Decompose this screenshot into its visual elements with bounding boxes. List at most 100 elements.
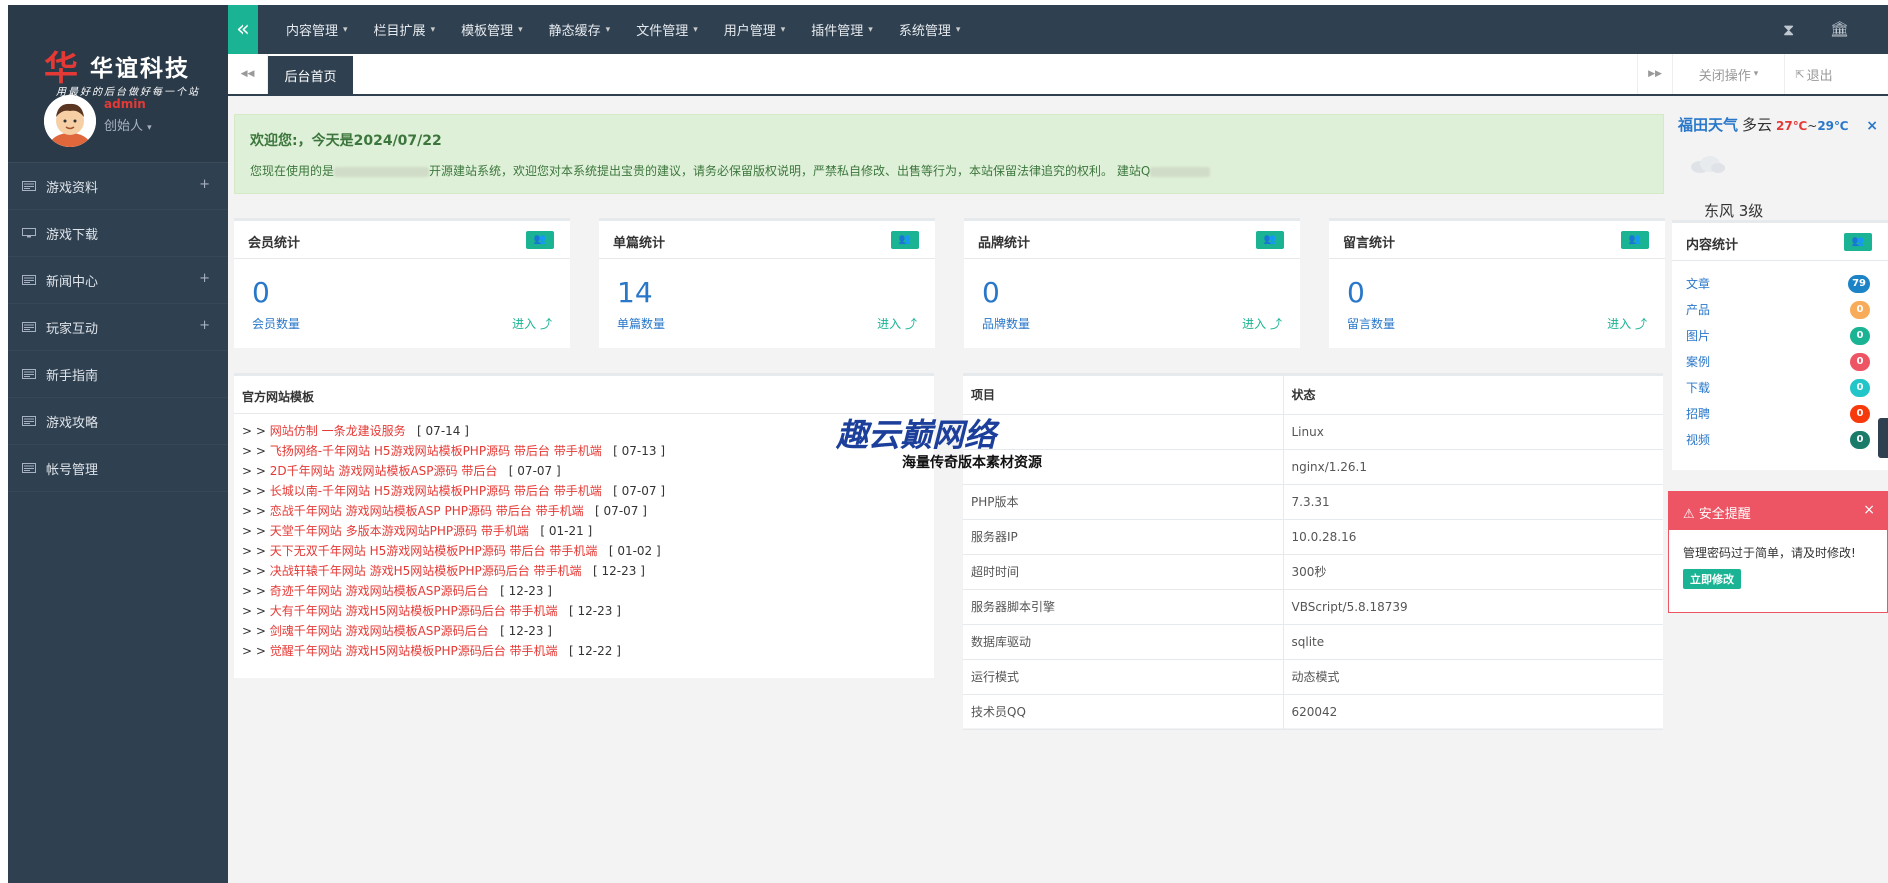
main-content: 欢迎您:，今天是2024/07/22 您现在使用的是 开源建站系统，欢迎您对本系统…	[228, 96, 1888, 883]
template-link[interactable]: 决战轩辕千年网站 游戏H5网站模板PHP源码后台 带手机端	[270, 564, 582, 578]
user-role-dropdown[interactable]: 创始人 ▾	[104, 115, 152, 134]
menu-template-management[interactable]: 模板管理 ▾	[448, 5, 536, 54]
list-item[interactable]: > > 天堂千年网站 多版本游戏网站PHP源码 带手机端 [ 01-21 ]	[242, 521, 926, 541]
sidebar-item-label: 游戏攻略	[46, 415, 99, 431]
sidebar-item-game-info[interactable]: 游戏资料 +	[8, 163, 228, 210]
sidebar-item-account-management[interactable]: 帐号管理	[8, 445, 228, 492]
list-item[interactable]: 下载 0	[1686, 375, 1874, 401]
change-password-button[interactable]: 立即修改	[1683, 569, 1741, 589]
caret-down-icon: ▾	[780, 24, 786, 35]
list-item[interactable]: > > 恋战千年网站 游戏网站模板ASP PHP源码 带后台 带手机端 [ 07…	[242, 501, 926, 521]
template-link[interactable]: 天下无双千年网站 H5游戏网站模板PHP源码 带后台 带手机端	[270, 544, 598, 558]
menu-label: 用户管理	[723, 24, 776, 39]
side-panel-handle[interactable]	[1878, 418, 1888, 458]
stat-enter-link[interactable]: 进入 ⤴	[1607, 315, 1647, 332]
count-badge: 79	[1848, 275, 1870, 293]
template-link[interactable]: 觉醒千年网站 游戏H5网站模板PHP源码后台 带手机端	[270, 644, 558, 658]
plus-icon: +	[199, 177, 210, 192]
list-item[interactable]: > > 天下无双千年网站 H5游戏网站模板PHP源码 带后台 带手机端 [ 01…	[242, 541, 926, 561]
close-icon[interactable]: ×	[1866, 118, 1878, 134]
list-item[interactable]: 文章 79	[1686, 271, 1874, 297]
users-icon: 👥	[1621, 231, 1649, 249]
template-link[interactable]: 长城以南-千年网站 H5游戏网站模板PHP源码 带后台 带手机端	[270, 484, 602, 498]
table-row: 服务器IP 10.0.28.16	[963, 519, 1663, 555]
menu-content-management[interactable]: 内容管理 ▾	[273, 5, 361, 54]
list-item[interactable]: 产品 0	[1686, 297, 1874, 323]
caret-down-icon: ▾	[1753, 69, 1759, 79]
alert-title: 安全提醒	[1698, 507, 1751, 522]
caret-down-icon: ▾	[868, 24, 873, 35]
template-link[interactable]: 天堂千年网站 多版本游戏网站PHP源码 带手机端	[270, 524, 529, 538]
sidebar-item-game-download[interactable]: 游戏下载	[8, 210, 228, 257]
hourglass-icon[interactable]: ⧗	[1783, 20, 1794, 40]
list-item[interactable]: > > 觉醒千年网站 游戏H5网站模板PHP源码后台 带手机端 [ 12-22 …	[242, 641, 926, 661]
template-link[interactable]: 恋战千年网站 游戏网站模板ASP PHP源码 带后台 带手机端	[270, 504, 584, 518]
avatar[interactable]	[44, 95, 96, 147]
menu-system-management[interactable]: 系统管理 ▾	[886, 5, 974, 54]
stat-title: 品牌统计	[978, 236, 1031, 251]
list-item[interactable]: 视频 0	[1686, 427, 1874, 453]
close-operations-dropdown[interactable]: 关闭操作 ▾	[1672, 54, 1784, 94]
template-link[interactable]: 2D千年网站 游戏网站模板ASP源码 带后台	[270, 464, 498, 478]
table-row: Linux	[963, 414, 1663, 450]
menu-user-management[interactable]: 用户管理 ▾	[711, 5, 799, 54]
template-link[interactable]: 飞扬网络-千年网站 H5游戏网站模板PHP源码 带后台 带手机端	[270, 444, 602, 458]
menu-static-cache[interactable]: 静态缓存 ▾	[536, 5, 624, 54]
tab-scroll-left-button[interactable]: ◀◀	[228, 54, 268, 94]
template-link[interactable]: 网站仿制 一条龙建设服务	[270, 424, 406, 438]
menu-column-extension[interactable]: 栏目扩展 ▾	[361, 5, 449, 54]
sidebar-item-news-center[interactable]: 新闻中心 +	[8, 257, 228, 304]
sidebar-item-label: 帐号管理	[46, 462, 99, 478]
system-info-panel: 项目 状态 Linux nginx/1.26.1 PHP版本 7.3.31 服务器I…	[963, 373, 1663, 730]
level-up-icon: ⤴	[1634, 317, 1647, 331]
close-icon[interactable]: ×	[1863, 502, 1875, 518]
template-link[interactable]: 剑魂千年网站 游戏网站模板ASP源码后台	[270, 624, 489, 638]
list-prefix: > >	[242, 644, 266, 658]
stat-label: 会员数量	[252, 317, 301, 331]
stat-value: 0	[1347, 276, 1365, 309]
list-item[interactable]: 图片 0	[1686, 323, 1874, 349]
list-date: [ 07-13 ]	[613, 444, 666, 458]
menu-label: 栏目扩展	[373, 24, 426, 39]
watermark-subtitle: 海量传奇版本素材资源	[902, 455, 1042, 471]
list-item[interactable]: > > 决战轩辕千年网站 游戏H5网站模板PHP源码后台 带手机端 [ 12-2…	[242, 561, 926, 581]
watermark: 趣云巅网络 海量传奇版本素材资源	[836, 410, 1051, 472]
list-item[interactable]: 案例 0	[1686, 349, 1874, 375]
sidebar-collapse-button[interactable]: «	[228, 5, 258, 54]
stat-enter-link[interactable]: 进入 ⤴	[1242, 315, 1282, 332]
user-name[interactable]: admin	[104, 97, 146, 111]
logout-button[interactable]: ⇱ 退出	[1784, 54, 1843, 94]
sidebar-item-label: 玩家互动	[46, 321, 99, 337]
list-icon	[22, 369, 36, 379]
list-prefix: > >	[242, 484, 266, 498]
sidebar-item-player-interaction[interactable]: 玩家互动 +	[8, 304, 228, 351]
bank-icon[interactable]: 🏛	[1830, 20, 1849, 38]
caret-down-icon: ▾	[147, 123, 152, 133]
brand-area: 华 华谊科技 用最好的后台做好每一个站 admin 创始人 ▾	[8, 5, 228, 163]
menu-file-management[interactable]: 文件管理 ▾	[623, 5, 711, 54]
menu-plugin-management[interactable]: 插件管理 ▾	[798, 5, 886, 54]
stat-label: 品牌数量	[982, 317, 1031, 331]
sidebar-item-game-strategy[interactable]: 游戏攻略	[8, 398, 228, 445]
list-item[interactable]: > > 长城以南-千年网站 H5游戏网站模板PHP源码 带后台 带手机端 [ 0…	[242, 481, 926, 501]
list-item[interactable]: > > 飞扬网络-千年网站 H5游戏网站模板PHP源码 带后台 带手机端 [ 0…	[242, 441, 926, 461]
tab-dashboard[interactable]: 后台首页	[268, 56, 353, 94]
logo[interactable]: 华 华谊科技 用最好的后台做好每一个站	[44, 41, 212, 98]
warning-icon: ⚠	[1683, 507, 1695, 522]
sidebar-item-beginner-guide[interactable]: 新手指南	[8, 351, 228, 398]
content-stat-list: 文章 79 产品 0 图片 0 案例 0 下载 0 招聘 0 视频 0	[1672, 261, 1888, 453]
stat-enter-link[interactable]: 进入 ⤴	[512, 315, 552, 332]
list-item[interactable]: 招聘 0	[1686, 401, 1874, 427]
template-link[interactable]: 大有千年网站 游戏H5网站模板PHP源码后台 带手机端	[270, 604, 558, 618]
list-item[interactable]: > > 网站仿制 一条龙建设服务 [ 07-14 ]	[242, 421, 926, 441]
tab-bar: ◀◀ 后台首页 ▶▶ 关闭操作 ▾ ⇱ 退出	[228, 54, 1888, 96]
list-item[interactable]: > > 奇迹千年网站 游戏网站模板ASP源码后台 [ 12-23 ]	[242, 581, 926, 601]
user-role-label: 创始人	[104, 119, 144, 134]
stat-enter-link[interactable]: 进入 ⤴	[877, 315, 917, 332]
list-item[interactable]: > > 剑魂千年网站 游戏网站模板ASP源码后台 [ 12-23 ]	[242, 621, 926, 641]
template-link[interactable]: 奇迹千年网站 游戏网站模板ASP源码后台	[270, 584, 489, 598]
list-item[interactable]: > > 2D千年网站 游戏网站模板ASP源码 带后台 [ 07-07 ]	[242, 461, 926, 481]
tab-scroll-right-button[interactable]: ▶▶	[1637, 54, 1672, 94]
weather-summary: 福田天气 多云 27℃~29℃	[1678, 114, 1849, 135]
list-item[interactable]: > > 大有千年网站 游戏H5网站模板PHP源码后台 带手机端 [ 12-23 …	[242, 601, 926, 621]
